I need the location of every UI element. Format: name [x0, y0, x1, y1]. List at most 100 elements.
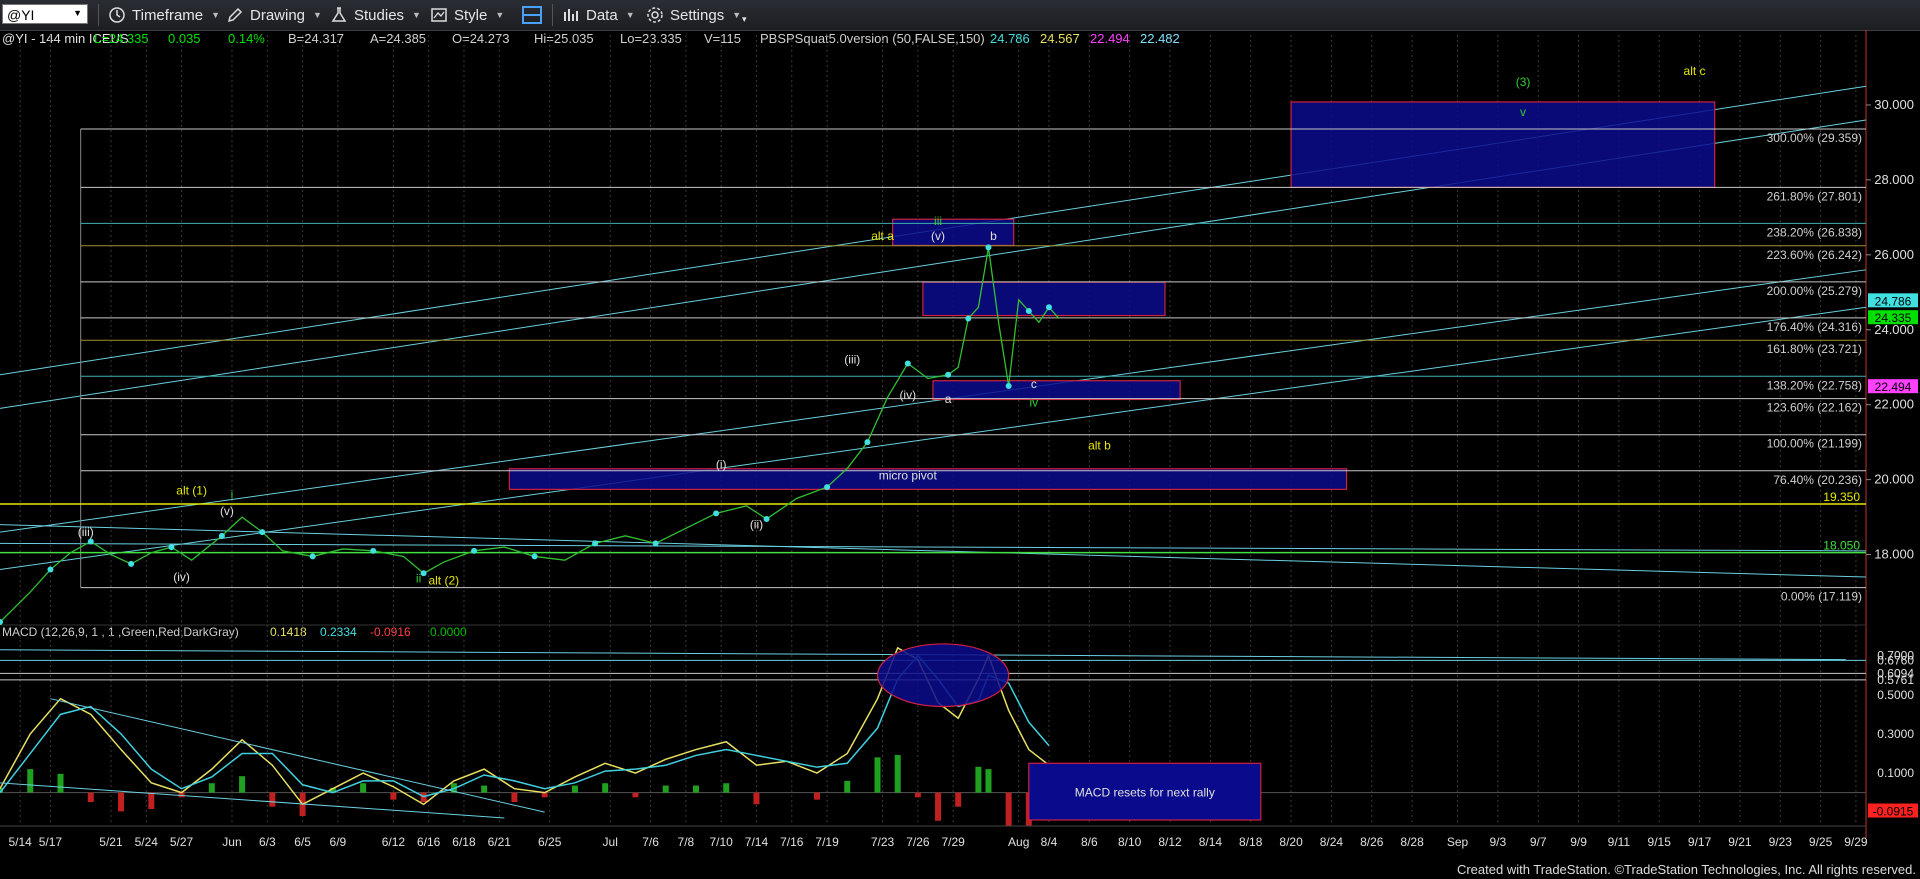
fib-label: 223.60% (26.242)	[1767, 248, 1862, 262]
macd-histogram-bar	[814, 792, 821, 800]
header-stat: O=24.273	[452, 31, 509, 46]
axis-tick-label: 30.000	[1874, 97, 1914, 112]
time-tick-label: 7/29	[941, 835, 965, 849]
price-axis[interactable]: 30.00028.00026.00024.00022.00020.00018.0…	[1866, 97, 1918, 562]
trendline	[0, 542, 1867, 552]
price-point	[531, 553, 538, 560]
drawing-label: Drawing	[250, 6, 306, 24]
settings-button[interactable]: Settings ▼	[646, 4, 741, 26]
time-tick-label: 5/27	[170, 835, 194, 849]
wave-label: (iv)	[173, 570, 190, 584]
macd-trendline	[50, 698, 545, 813]
style-button[interactable]: Style ▼	[430, 4, 504, 26]
macd-panel: 0.67600.60940.5761MACD resets for next r…	[0, 643, 1918, 826]
macd-histogram-bar	[753, 792, 760, 805]
drawing-button[interactable]: Drawing ▼	[226, 4, 322, 26]
symbol-input[interactable]: @YI ▼	[2, 4, 88, 24]
time-tick-label: 9/15	[1648, 835, 1672, 849]
footer-credit: Created with TradeStation. ©TradeStation…	[1456, 862, 1916, 877]
caret-down-icon: ▼	[495, 10, 505, 20]
axis-tick-label: 20.000	[1874, 472, 1914, 487]
time-tick-label: 9/17	[1688, 835, 1712, 849]
time-tick-label: 5/21	[99, 835, 123, 849]
header-stat: 24.567	[1040, 31, 1080, 46]
data-button[interactable]: Data ▼	[562, 4, 635, 26]
macd-histogram-bar	[894, 755, 901, 793]
wave-label: (i)	[716, 457, 727, 471]
header-stat: 0.035	[168, 31, 201, 46]
price-point	[592, 540, 599, 547]
macd-header-value: 0.1418	[270, 625, 307, 639]
overflow-chevron-icon[interactable]: ▾	[742, 8, 747, 30]
fib-label: 200.00% (25.279)	[1767, 284, 1862, 298]
axis-tick-label: 18.000	[1874, 547, 1914, 562]
time-tick-label: 9/11	[1608, 835, 1631, 849]
time-tick-label: 6/16	[417, 835, 441, 849]
timeframe-button[interactable]: Timeframe ▼	[108, 4, 220, 26]
toolbar-divider	[552, 4, 553, 26]
header-stat: Lo=23.335	[620, 31, 682, 46]
window-layout-icon	[522, 6, 542, 24]
time-tick-label: Aug	[1008, 835, 1029, 849]
wave-label: v	[1520, 105, 1526, 119]
time-tick-label: Sep	[1447, 835, 1469, 849]
macd-histogram-bar	[975, 766, 982, 793]
caret-down-icon: ▼	[625, 10, 635, 20]
wave-label: (iv)	[899, 388, 916, 402]
price-point	[1005, 382, 1012, 389]
macd-histogram-bar	[118, 792, 125, 812]
macd-histogram-bar	[360, 783, 367, 793]
price-point	[824, 484, 831, 491]
header-stat: Hi=25.035	[534, 31, 594, 46]
wave-label: alt (2)	[428, 574, 459, 588]
macd-histogram-bar	[1005, 792, 1012, 826]
time-tick-label: 7/23	[871, 835, 895, 849]
time-tick-label: 8/4	[1041, 835, 1058, 849]
settings-label: Settings	[670, 6, 725, 24]
wave-label: alt (1)	[176, 484, 207, 498]
price-point	[420, 570, 427, 577]
time-tick-label: 7/16	[780, 835, 804, 849]
bar-chart-icon	[564, 9, 578, 21]
time-tick-label: 7/8	[678, 835, 695, 849]
time-tick-label: 7/10	[710, 835, 734, 849]
time-tick-label: 7/26	[906, 835, 930, 849]
macd-histogram-bar	[632, 792, 639, 798]
chart-area[interactable]: @YI - 144 min ICEUSL=24.335 0.035 0.14% B=2…	[0, 30, 1920, 879]
toolbar-divider	[98, 4, 99, 26]
horizontal-lines: 19.350 18.050	[0, 490, 1866, 554]
macd-histogram-bar	[27, 769, 34, 793]
chevron-down-icon[interactable]: ▼	[73, 8, 82, 18]
time-tick-label: 8/6	[1081, 835, 1098, 849]
price-point	[370, 547, 377, 554]
last-price-label: 22.494	[1875, 380, 1912, 394]
palette-icon	[431, 8, 447, 22]
time-tick-label: 6/9	[330, 835, 347, 849]
fib-label: 161.80% (23.721)	[1767, 342, 1862, 356]
time-tick-label: 9/23	[1769, 835, 1793, 849]
style-label: Style	[454, 6, 488, 24]
macd-histogram-bar	[874, 757, 881, 793]
time-axis[interactable]: 5/14 5/17 5/21 5/24 5/27 Jun 6/3 6/5 6/9 6/12 6/16…	[0, 825, 1868, 849]
studies-button[interactable]: Studies ▼	[330, 4, 421, 26]
time-tick-label: 8/26	[1360, 835, 1384, 849]
time-tick-label: 5/14	[8, 835, 32, 849]
macd-histogram-bar	[148, 792, 155, 810]
time-tick-label: 7/19	[815, 835, 839, 849]
layout-button[interactable]	[521, 4, 549, 26]
time-tick-label: 5/24	[135, 835, 159, 849]
price-point	[985, 244, 992, 251]
pencil-icon	[227, 7, 243, 23]
data-label: Data	[586, 6, 618, 24]
wave-label: b	[990, 229, 997, 243]
fib-levels: 300.00% (29.359) 261.80% (27.801) 238.20% …	[80, 128, 1866, 604]
time-tick-label: 9/9	[1570, 835, 1587, 849]
macd-axis-tick-label: 0.7000	[1877, 649, 1914, 663]
price-point	[218, 532, 225, 539]
price-point	[87, 538, 94, 545]
time-tick-label: 7/6	[642, 835, 659, 849]
macd-histogram-bar	[935, 792, 942, 821]
wave-label: (v)	[931, 229, 945, 243]
time-tick-label: 8/24	[1320, 835, 1344, 849]
time-tick-label: 6/3	[259, 835, 276, 849]
